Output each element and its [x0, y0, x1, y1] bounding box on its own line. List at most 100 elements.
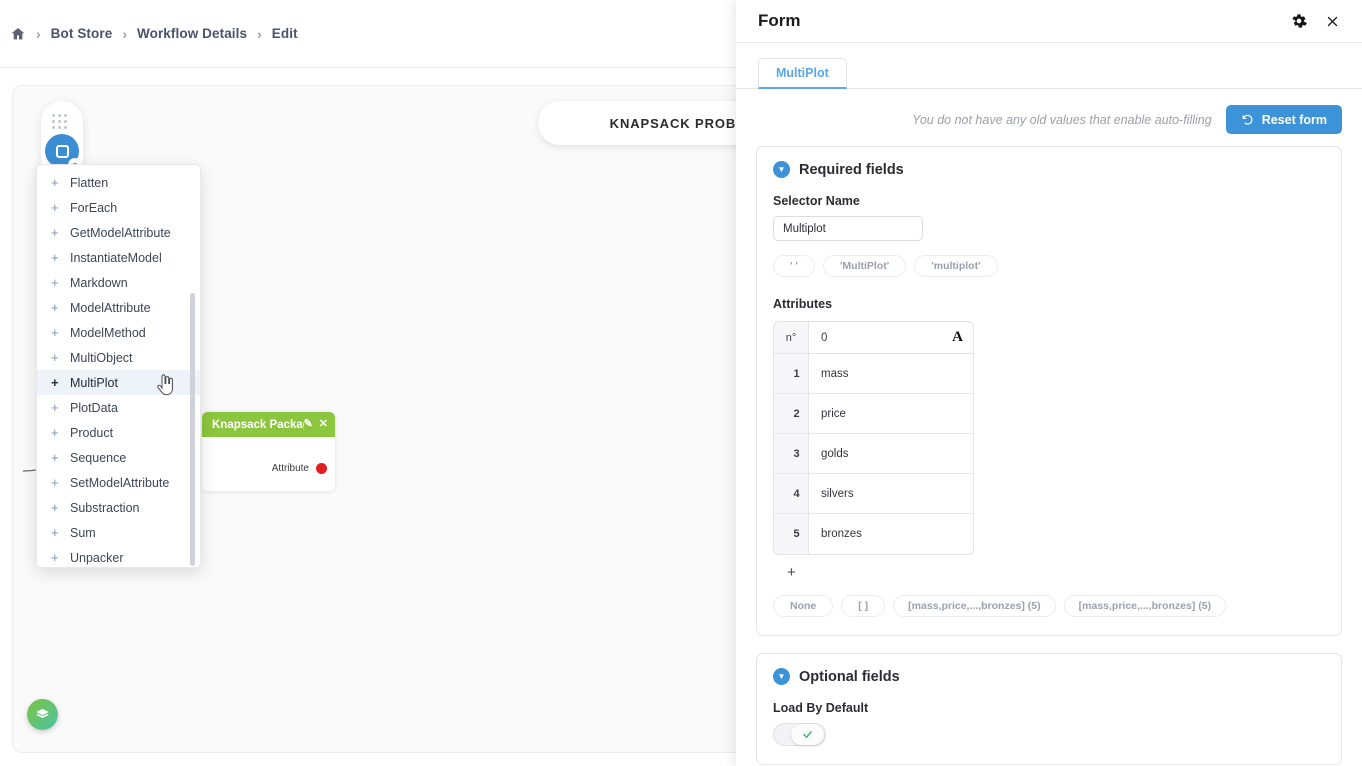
attributes-label: Attributes [773, 297, 833, 311]
breadcrumb-item-bot-store[interactable]: Bot Store [51, 26, 113, 41]
toggle-knob [791, 724, 824, 745]
load-by-default-toggle[interactable] [773, 723, 826, 746]
plus-icon: + [51, 425, 59, 440]
selector-name-suggestions: ' ' 'MultiPlot' 'multiplot' [773, 255, 1325, 277]
suggestion-chip[interactable]: [mass,price,...,bronzes] (5) [893, 595, 1056, 617]
drag-dots-icon[interactable] [52, 114, 72, 130]
check-icon [803, 731, 812, 738]
menu-item-label: ModelMethod [70, 325, 146, 340]
node-header: Knapsack Packages ✎ ✕ [202, 412, 335, 437]
row-value[interactable]: price [809, 394, 973, 434]
suggestion-chip[interactable]: 'MultiPlot' [822, 255, 907, 277]
suggestion-chip[interactable]: 'multiplot' [914, 255, 998, 277]
chevron-down-circle-icon[interactable]: ▼ [773, 161, 790, 178]
menu-item-label: Flatten [70, 175, 109, 190]
menu-item-label: MultiObject [70, 350, 133, 365]
node-port-label: Attribute [271, 463, 309, 474]
suggestion-chip[interactable]: None [773, 595, 834, 617]
text-type-icon[interactable]: A [952, 329, 963, 346]
menu-item-plotdata[interactable]: + PlotData [37, 395, 200, 420]
optional-fields-title: Optional fields [799, 668, 900, 685]
breadcrumb-separator-2: › [257, 25, 262, 42]
breadcrumb-separator-0: › [36, 25, 41, 42]
menu-item-modelmethod[interactable]: + ModelMethod [37, 320, 200, 345]
form-tabs: MultiPlot [736, 43, 1362, 89]
menu-item-foreach[interactable]: + ForEach [37, 195, 200, 220]
node-body: Attribute [202, 437, 335, 491]
menu-scrollbar[interactable] [190, 293, 195, 566]
row-value[interactable]: golds [809, 434, 973, 474]
close-icon[interactable]: ✕ [319, 419, 328, 430]
menu-item-label: GetModelAttribute [70, 225, 171, 240]
attributes-table: n° 0 A 1 mass 2 price 3 golds 4 silvers … [773, 321, 974, 555]
node-type-menu[interactable]: + Flatten + ForEach + GetModelAttribute … [36, 164, 201, 568]
menu-item-multiplot[interactable]: + MultiPlot [37, 370, 200, 395]
suggestion-chip[interactable]: [mass,price,...,bronzes] (5) [1063, 595, 1227, 617]
form-panel-header: Form [736, 0, 1362, 43]
app-root: › Bot Store › Workflow Details › Edit KN… [0, 0, 1362, 766]
menu-item-product[interactable]: + Product [37, 420, 200, 445]
layers-icon [36, 708, 49, 718]
table-row[interactable]: 4 silvers [774, 474, 973, 514]
breadcrumb-item-edit[interactable]: Edit [272, 26, 298, 41]
tab-multiplot[interactable]: MultiPlot [758, 58, 847, 89]
gear-icon[interactable] [1291, 13, 1307, 29]
suggestion-chip[interactable]: ' ' [773, 255, 815, 277]
menu-item-setmodelattribute[interactable]: + SetModelAttribute [37, 470, 200, 495]
plus-icon: + [51, 300, 59, 315]
menu-item-markdown[interactable]: + Markdown [37, 270, 200, 295]
port-dot-icon[interactable] [316, 463, 327, 474]
row-index: 2 [774, 394, 809, 434]
menu-item-label: Substraction [70, 500, 140, 515]
menu-item-sum[interactable]: + Sum [37, 520, 200, 545]
suggestion-chip[interactable]: [ ] [841, 595, 886, 617]
menu-item-getmodelattribute[interactable]: + GetModelAttribute [37, 220, 200, 245]
menu-item-label: Unpacker [70, 550, 124, 565]
table-row[interactable]: 1 mass [774, 354, 973, 394]
menu-item-multiobject[interactable]: + MultiObject [37, 345, 200, 370]
table-row[interactable]: 2 price [774, 394, 973, 434]
autofill-note: You do not have any old values that enab… [912, 112, 1212, 127]
required-fields-title: Required fields [799, 161, 904, 178]
menu-item-substraction[interactable]: + Substraction [37, 495, 200, 520]
table-row[interactable]: 5 bronzes [774, 514, 973, 554]
table-row[interactable]: 3 golds [774, 434, 973, 474]
row-value[interactable]: bronzes [809, 514, 973, 554]
selector-name-input[interactable] [773, 216, 923, 241]
row-index: 5 [774, 514, 809, 554]
row-index: 4 [774, 474, 809, 514]
external-edit-icon[interactable]: ✎ [304, 419, 313, 430]
optional-fields-header[interactable]: ▼ Optional fields [773, 668, 1325, 685]
form-body: You do not have any old values that enab… [736, 89, 1362, 766]
menu-item-modelattribute[interactable]: + ModelAttribute [37, 295, 200, 320]
menu-item-label: Sequence [70, 450, 127, 465]
row-value[interactable]: silvers [809, 474, 973, 514]
menu-item-sequence[interactable]: + Sequence [37, 445, 200, 470]
menu-item-label: Product [70, 425, 114, 440]
close-icon[interactable] [1325, 14, 1340, 29]
chevron-down-circle-icon[interactable]: ▼ [773, 668, 790, 685]
add-attribute-row-button[interactable]: + [787, 564, 801, 581]
page-title: Form [758, 11, 801, 30]
layers-fab-button[interactable] [27, 699, 58, 730]
optional-fields-section: ▼ Optional fields Load By Default [756, 653, 1342, 765]
menu-item-flatten[interactable]: + Flatten [37, 170, 200, 195]
reset-form-button[interactable]: Reset form [1225, 105, 1342, 134]
menu-item-instantiatemodel[interactable]: + InstantiateModel [37, 245, 200, 270]
autofill-row: You do not have any old values that enab… [756, 89, 1342, 146]
menu-item-unpacker[interactable]: + Unpacker [37, 545, 200, 567]
node-knapsack-packages[interactable]: Knapsack Packages ✎ ✕ Attribute [201, 411, 336, 492]
square-node-icon [55, 144, 69, 158]
plus-icon: + [51, 500, 59, 515]
breadcrumb-home[interactable] [10, 26, 26, 42]
row-index: 1 [774, 354, 809, 394]
node-output-port[interactable]: Attribute [272, 463, 327, 474]
required-fields-header[interactable]: ▼ Required fields [773, 161, 1325, 178]
selector-name-label: Selector Name [773, 194, 860, 208]
plus-icon: + [51, 550, 59, 565]
plus-icon: + [51, 250, 59, 265]
row-value[interactable]: mass [809, 354, 973, 394]
column-header-n: n° [774, 322, 809, 354]
menu-item-label: MultiPlot [70, 375, 118, 390]
breadcrumb-item-workflow-details[interactable]: Workflow Details [137, 26, 247, 41]
